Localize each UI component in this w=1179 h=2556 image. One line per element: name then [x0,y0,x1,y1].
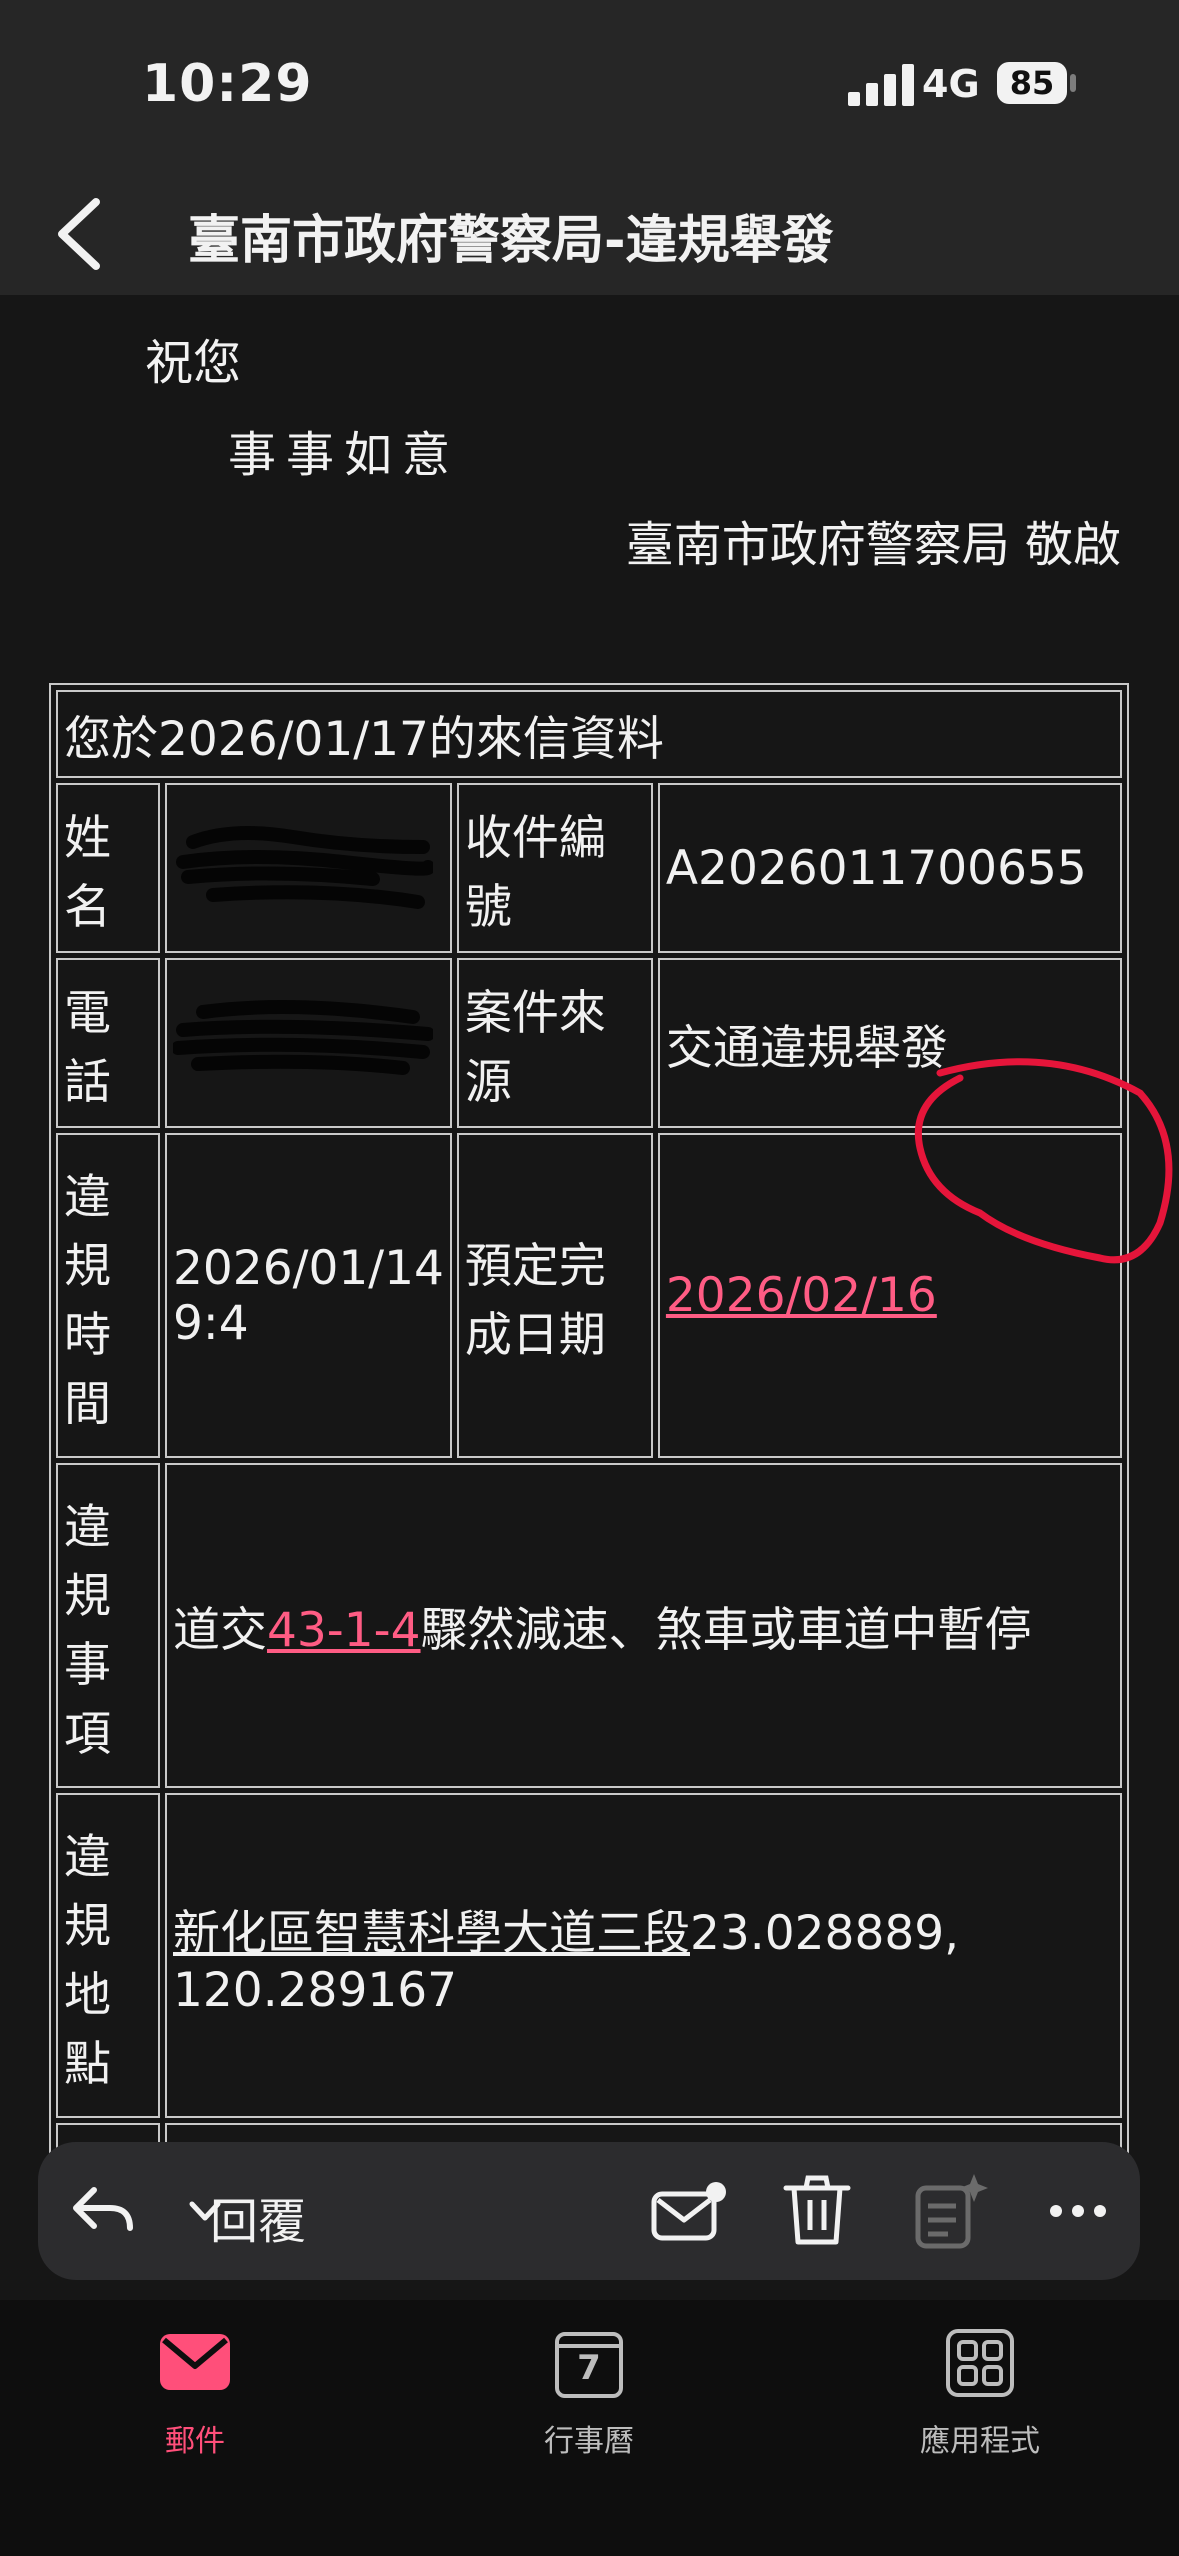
item-description: 驟然減速、煞車或車道中暫停 [420,1603,1032,1658]
network-type: 4G [922,62,980,106]
tab-mail-label: 郵件 [165,2424,225,2459]
name-label: 姓名 [56,783,160,953]
reply-button[interactable]: 回覆 [210,2182,306,2252]
red-annotation-circle [914,1058,1173,1264]
nav-bar: 臺南市政府警察局-違規舉發 [0,170,1179,295]
redaction-scribble [176,826,433,909]
email-body[interactable]: 祝您 事事如意 臺南市政府警察局 敬啟 您於2026/01/17的來信資料 姓名… [0,295,1179,2200]
violation-item-label: 違規事項 [56,1463,160,1788]
table-header-row: 您於2026/01/17的來信資料 [56,690,1122,778]
due-date-label: 預定完成日期 [456,1133,653,1458]
battery-level: 85 [997,62,1067,104]
cellular-signal-icon [848,64,914,106]
case-number: A2026011700655 [657,783,1122,953]
reply-icon[interactable] [70,2180,134,2240]
table-row: 違規事項 道交43-1-4驟然減速、煞車或車道中暫停 [56,1463,1122,1788]
location-road-link[interactable]: 新化區智慧科學大道三段 [173,1906,690,1961]
violation-item: 道交43-1-4驟然減速、煞車或車道中暫停 [165,1463,1122,1788]
status-bar: 10:29 4G 85 [0,0,1179,170]
tab-calendar[interactable]: 7 行事曆 [459,2300,719,2556]
tab-apps[interactable]: 應用程式 [850,2300,1110,2556]
mark-unread-icon[interactable] [650,2176,730,2246]
case-number-label: 收件編號 [456,783,653,953]
law-code-link[interactable]: 43-1-4 [267,1603,421,1658]
bottom-tab-bar: 郵件 7 行事曆 應用程式 [0,2300,1179,2556]
trash-icon[interactable] [782,2174,852,2248]
back-chevron-icon[interactable] [52,196,112,272]
item-prefix: 道交 [173,1603,267,1658]
apps-grid-icon [946,2329,1014,2397]
redaction-scribble [173,1000,433,1075]
name-redacted [165,783,452,953]
more-icon[interactable] [1048,2192,1108,2230]
violation-time-label: 違規時間 [56,1133,160,1458]
tab-calendar-label: 行事曆 [544,2424,634,2459]
violation-time: 2026/01/14 9:4 [165,1133,452,1458]
phone-label: 電話 [56,958,160,1128]
source-label: 案件來源 [456,958,653,1128]
battery-tip [1070,74,1076,92]
violation-location: 新化區智慧科學大道三段23.028889, 120.289167 [165,1793,1122,2118]
status-time: 10:29 [142,54,313,114]
calendar-day: 7 [577,2348,601,2388]
table-row: 違規地點 新化區智慧科學大道三段23.028889, 120.289167 [56,1793,1122,2118]
message-action-bar: 回覆 [38,2142,1140,2280]
summarize-icon[interactable] [914,2172,988,2250]
due-date[interactable]: 2026/02/16 [666,1268,937,1323]
signature: 臺南市政府警察局 敬啟 [625,517,1121,573]
greeting-line: 祝您 [145,335,242,391]
mail-icon [160,2334,230,2390]
table-header: 您於2026/01/17的來信資料 [56,690,1122,778]
case-table: 您於2026/01/17的來信資料 姓名 收件編號 A2026011700655… [49,683,1129,2186]
page-title: 臺南市政府警察局-違規舉發 [188,211,834,271]
tab-mail[interactable]: 郵件 [65,2300,325,2556]
greeting-wish: 事事如意 [228,427,461,483]
phone-redacted [165,958,452,1128]
table-row: 姓名 收件編號 A2026011700655 [56,783,1122,953]
location-label: 違規地點 [56,1793,160,2118]
tab-apps-label: 應用程式 [920,2424,1040,2459]
